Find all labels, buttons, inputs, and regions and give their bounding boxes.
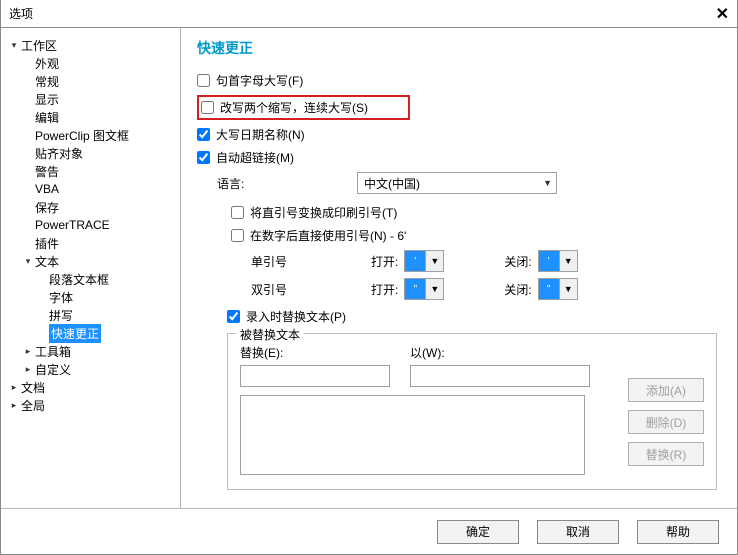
close-label: 关闭: [504, 253, 531, 270]
tree-node-snap[interactable]: ·贴齐对象 [5, 144, 176, 162]
quote-after-number-label: 在数字后直接使用引号(N) - 6' [250, 227, 406, 244]
smart-quotes-row: 将直引号变换成印刷引号(T) [231, 204, 717, 221]
auto-hyperlink-label: 自动超链接(M) [216, 149, 294, 166]
help-button[interactable]: 帮助 [637, 520, 719, 544]
tree-node-display[interactable]: ·显示 [5, 90, 176, 108]
chevron-down-icon[interactable]: ▼ [425, 279, 443, 299]
language-row: 语言: 中文(中国) ▼ [217, 172, 717, 194]
tree-node-paragraph-frame[interactable]: ·段落文本框 [5, 270, 176, 288]
language-select[interactable]: 中文(中国) ▼ [357, 172, 557, 194]
caret-down-icon: ▾ [9, 40, 19, 51]
language-value: 中文(中国) [364, 175, 420, 192]
ok-button[interactable]: 确定 [437, 520, 519, 544]
caret-right-icon: ▸ [23, 364, 33, 375]
replace-column-label: 替换(E): [240, 344, 390, 361]
open-label: 打开: [371, 281, 398, 298]
capitalize-first-label: 句首字母大写(F) [216, 72, 303, 89]
tree-node-customize[interactable]: ▸自定义 [5, 360, 176, 378]
replace-button[interactable]: 替换(R) [628, 442, 704, 466]
capitalize-days-label: 大写日期名称(N) [216, 126, 305, 143]
chevron-down-icon: ▼ [543, 178, 552, 188]
delete-button[interactable]: 删除(D) [628, 410, 704, 434]
double-close-combo[interactable]: " ▼ [538, 278, 578, 300]
quote-after-number-checkbox[interactable] [231, 229, 244, 242]
single-close-combo[interactable]: ' ▼ [538, 250, 578, 272]
titlebar: 选项 ✕ [1, 0, 737, 28]
dialog-footer: 确定 取消 帮助 [1, 508, 737, 554]
double-open-combo[interactable]: " ▼ [404, 278, 444, 300]
close-icon[interactable]: ✕ [716, 4, 729, 24]
tree-node-powerclip[interactable]: ·PowerClip 图文框 [5, 126, 176, 144]
auto-hyperlink-row: 自动超链接(M) [197, 149, 717, 166]
double-open-value: " [405, 279, 425, 299]
replaced-text-fieldset: 被替换文本 替换(E): 以(W): 添加(A) 删除(D) 替换(R) [227, 333, 717, 490]
chevron-down-icon[interactable]: ▼ [425, 251, 443, 271]
tree-node-font[interactable]: ·字体 [5, 288, 176, 306]
auto-hyperlink-checkbox[interactable] [197, 151, 210, 164]
panel-heading: 快速更正 [197, 38, 717, 58]
correct-two-caps-label: 改写两个缩写，连续大写(S) [220, 99, 368, 116]
single-quote-row: 单引号 打开: ' ▼ 关闭: ' ▼ [251, 250, 717, 272]
caret-down-icon: ▾ [23, 256, 33, 267]
single-open-value: ' [405, 251, 425, 271]
caret-right-icon: ▸ [9, 382, 19, 393]
dialog-body: ▾工作区 ·外观 ·常规 ·显示 ·编辑 ·PowerClip 图文框 ·贴齐对… [1, 28, 737, 508]
capitalize-days-checkbox[interactable] [197, 128, 210, 141]
double-quote-label: 双引号 [251, 281, 371, 298]
caret-right-icon: ▸ [9, 400, 19, 411]
highlighted-option: 改写两个缩写，连续大写(S) [197, 95, 410, 120]
capitalize-first-row: 句首字母大写(F) [197, 72, 717, 89]
tree-node-global[interactable]: ▸全局 [5, 396, 176, 414]
with-column-label: 以(W): [410, 344, 590, 361]
quotes-section: 将直引号变换成印刷引号(T) 在数字后直接使用引号(N) - 6' 单引号 打开… [231, 204, 717, 300]
replace-input[interactable] [240, 365, 390, 387]
correct-two-caps-checkbox[interactable] [201, 101, 214, 114]
chevron-down-icon[interactable]: ▼ [559, 279, 577, 299]
quote-after-number-row: 在数字后直接使用引号(N) - 6' [231, 227, 717, 244]
replace-on-type-row: 录入时替换文本(P) [227, 308, 717, 325]
tree-node-text[interactable]: ▾文本 [5, 252, 176, 270]
content-panel: 快速更正 句首字母大写(F) 改写两个缩写，连续大写(S) 大写日期名称(N) … [181, 28, 737, 508]
correct-two-caps-row: 改写两个缩写，连续大写(S) [197, 95, 717, 120]
open-label: 打开: [371, 253, 398, 270]
smart-quotes-label: 将直引号变换成印刷引号(T) [250, 204, 397, 221]
fieldset-legend: 被替换文本 [236, 326, 304, 343]
tree-node-plugins[interactable]: ·插件 [5, 234, 176, 252]
replace-on-type-label: 录入时替换文本(P) [246, 308, 346, 325]
replace-on-type-checkbox[interactable] [227, 310, 240, 323]
single-open-combo[interactable]: ' ▼ [404, 250, 444, 272]
window-title: 选项 [9, 5, 33, 22]
tree-node-appearance[interactable]: ·外观 [5, 54, 176, 72]
double-quote-row: 双引号 打开: " ▼ 关闭: " ▼ [251, 278, 717, 300]
options-dialog: 选项 ✕ ▾工作区 ·外观 ·常规 ·显示 ·编辑 ·PowerClip 图文框… [0, 0, 738, 555]
tree-node-save[interactable]: ·保存 [5, 198, 176, 216]
capitalize-days-row: 大写日期名称(N) [197, 126, 717, 143]
tree-node-vba[interactable]: ·VBA [5, 180, 176, 198]
single-close-value: ' [539, 251, 559, 271]
close-label: 关闭: [504, 281, 531, 298]
double-close-value: " [539, 279, 559, 299]
tree-node-warnings[interactable]: ·警告 [5, 162, 176, 180]
add-button[interactable]: 添加(A) [628, 378, 704, 402]
replacement-listbox[interactable] [240, 395, 585, 475]
smart-quotes-checkbox[interactable] [231, 206, 244, 219]
tree-node-toolbox[interactable]: ▸工具箱 [5, 342, 176, 360]
tree-node-quickcorrect[interactable]: ·快速更正 [5, 324, 176, 342]
tree-node-powertrace[interactable]: ·PowerTRACE [5, 216, 176, 234]
tree-node-general[interactable]: ·常规 [5, 72, 176, 90]
tree-node-document[interactable]: ▸文档 [5, 378, 176, 396]
single-quote-label: 单引号 [251, 253, 371, 270]
tree-node-workspace[interactable]: ▾工作区 [5, 36, 176, 54]
tree-node-spelling[interactable]: ·拼写 [5, 306, 176, 324]
capitalize-first-checkbox[interactable] [197, 74, 210, 87]
cancel-button[interactable]: 取消 [537, 520, 619, 544]
category-tree[interactable]: ▾工作区 ·外观 ·常规 ·显示 ·编辑 ·PowerClip 图文框 ·贴齐对… [1, 28, 181, 508]
chevron-down-icon[interactable]: ▼ [559, 251, 577, 271]
with-input[interactable] [410, 365, 590, 387]
tree-node-edit[interactable]: ·编辑 [5, 108, 176, 126]
caret-right-icon: ▸ [23, 346, 33, 357]
language-label: 语言: [217, 175, 357, 192]
